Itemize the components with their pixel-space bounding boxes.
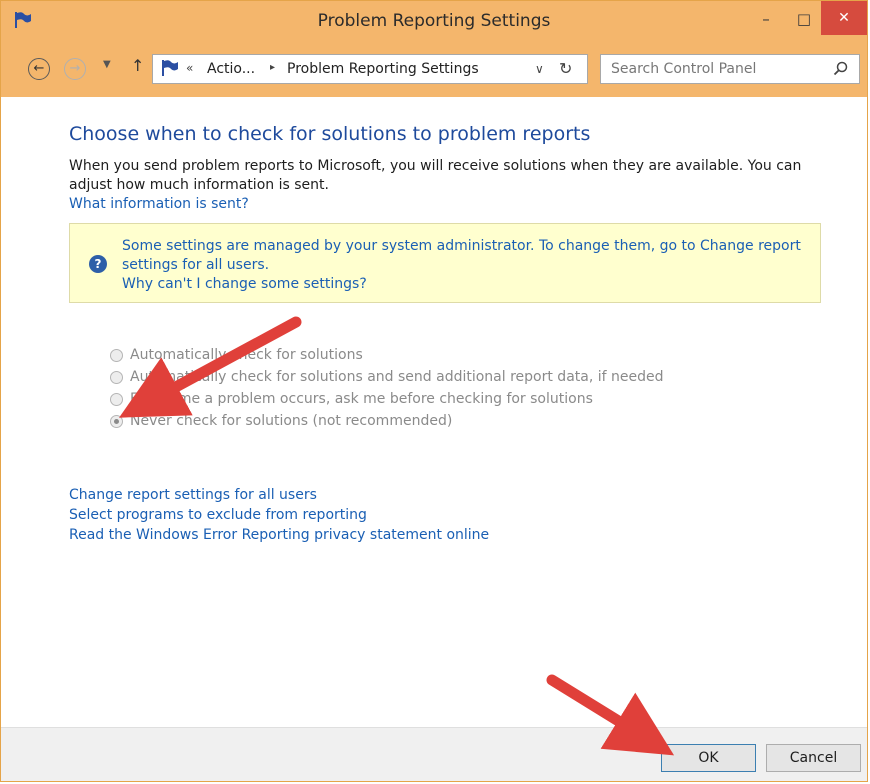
refresh-icon[interactable]: ↻ <box>559 59 572 78</box>
option-label: Never check for solutions (not recommend… <box>130 413 453 429</box>
why-cant-change-link[interactable]: Why can't I change some settings? <box>122 276 367 292</box>
exclude-programs-link[interactable]: Select programs to exclude from reportin… <box>69 505 489 525</box>
navigation-bar: ← → ▼ ↑ « Actio... ▸ Problem Reporting S… <box>1 41 867 97</box>
related-links: Change report settings for all users Sel… <box>69 485 489 545</box>
option-label: Each time a problem occurs, ask me befor… <box>130 391 593 407</box>
action-center-flag-icon <box>161 60 179 80</box>
radio-button[interactable] <box>110 349 123 362</box>
address-dropdown-icon[interactable]: ∨ <box>535 62 544 76</box>
cancel-button[interactable]: Cancel <box>766 744 861 772</box>
title-bar: Problem Reporting Settings – □ ✕ <box>1 1 867 41</box>
close-button[interactable]: ✕ <box>821 1 867 35</box>
privacy-statement-link[interactable]: Read the Windows Error Reporting privacy… <box>69 525 489 545</box>
radio-button-selected[interactable] <box>110 415 123 428</box>
admin-notice-box: ? Some settings are managed by your syst… <box>69 223 821 303</box>
back-button[interactable]: ← <box>28 58 50 80</box>
up-button[interactable]: ↑ <box>131 56 144 75</box>
help-question-icon: ? <box>89 255 107 273</box>
dialog-footer: OK Cancel <box>1 727 867 781</box>
option-label: Automatically check for solutions <box>130 347 363 363</box>
search-placeholder: Search Control Panel <box>611 61 757 77</box>
radio-button[interactable] <box>110 393 123 406</box>
change-report-settings-link[interactable]: Change report settings for all users <box>69 485 489 505</box>
search-input[interactable]: Search Control Panel <box>600 54 860 84</box>
option-label: Automatically check for solutions and se… <box>130 369 664 385</box>
breadcrumb-problem-reporting[interactable]: Problem Reporting Settings <box>287 61 479 77</box>
page-description: When you send problem reports to Microso… <box>69 158 802 193</box>
forward-button[interactable]: → <box>64 58 86 80</box>
search-icon[interactable] <box>833 61 849 81</box>
radio-button[interactable] <box>110 371 123 384</box>
address-overflow-icon[interactable]: « <box>186 61 193 75</box>
page-heading: Choose when to check for solutions to pr… <box>69 123 591 145</box>
main-content: Choose when to check for solutions to pr… <box>1 97 867 727</box>
recent-locations-chevron-icon[interactable]: ▼ <box>103 59 111 70</box>
ok-button[interactable]: OK <box>661 744 756 772</box>
admin-notice-text: Some settings are managed by your system… <box>122 238 801 273</box>
what-information-link[interactable]: What information is sent? <box>69 196 249 212</box>
breadcrumb-action-center[interactable]: Actio... <box>207 61 255 77</box>
window-title: Problem Reporting Settings <box>317 11 551 31</box>
minimize-button[interactable]: – <box>753 7 779 31</box>
maximize-button[interactable]: □ <box>791 7 817 31</box>
breadcrumb-separator-icon[interactable]: ▸ <box>270 62 275 73</box>
address-bar[interactable]: « Actio... ▸ Problem Reporting Settings … <box>152 54 588 84</box>
problem-reporting-window: Problem Reporting Settings – □ ✕ ← → ▼ ↑… <box>0 0 868 782</box>
